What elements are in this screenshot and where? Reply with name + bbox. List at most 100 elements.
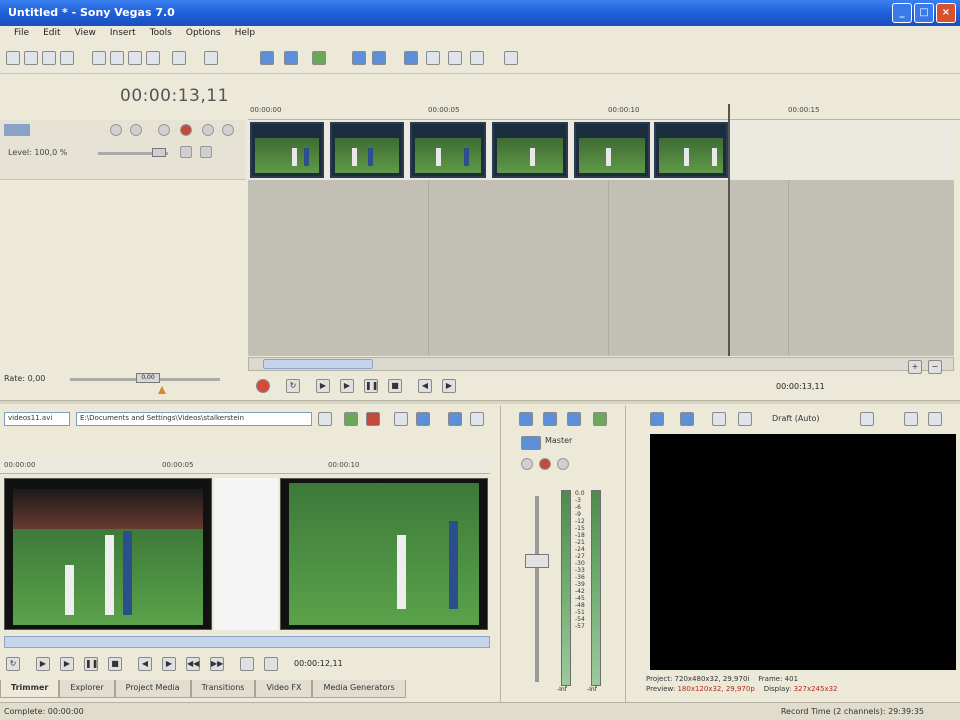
go-to-start-button[interactable]: ◀ [418, 379, 432, 393]
trimmer-ruler[interactable]: 00:00:00 00:00:05 00:00:10 [0, 458, 490, 474]
delete-icon[interactable] [146, 51, 160, 65]
overlays-icon[interactable] [860, 412, 874, 426]
go-to-end-button[interactable]: ▶ [162, 657, 176, 671]
timeline-scrollbar[interactable] [248, 357, 954, 371]
composite-icon[interactable] [158, 124, 170, 136]
level-slider-thumb[interactable] [152, 148, 166, 157]
lock-envelopes-icon[interactable] [426, 51, 440, 65]
loop-button[interactable]: ↻ [286, 379, 300, 393]
menu-edit[interactable]: Edit [43, 28, 60, 40]
fx-icon[interactable] [130, 124, 142, 136]
tab-media-generators[interactable]: Media Generators [312, 680, 406, 698]
track-menu-icon[interactable] [222, 124, 234, 136]
video-clip[interactable] [250, 122, 324, 178]
video-clip[interactable] [574, 122, 650, 178]
search-icon[interactable] [318, 412, 332, 426]
menu-options[interactable]: Options [186, 28, 221, 40]
video-clip[interactable] [410, 122, 486, 178]
tab-explorer[interactable]: Explorer [59, 680, 115, 698]
view-icon[interactable] [448, 412, 462, 426]
mark-out-button[interactable] [264, 657, 278, 671]
menu-tools[interactable]: Tools [150, 28, 172, 40]
menu-insert[interactable]: Insert [110, 28, 136, 40]
fx-bypass-icon[interactable] [712, 412, 726, 426]
menu-view[interactable]: View [75, 28, 96, 40]
external-monitor-icon[interactable] [680, 412, 694, 426]
play-button[interactable]: ▶ [36, 657, 50, 671]
split-screen-icon[interactable] [738, 412, 752, 426]
tab-video-fx[interactable]: Video FX [255, 680, 313, 698]
save-as-icon[interactable] [60, 51, 74, 65]
undo-icon[interactable] [172, 51, 186, 65]
save-region-icon[interactable] [394, 412, 408, 426]
help-icon[interactable] [504, 51, 518, 65]
mute-icon[interactable] [180, 124, 192, 136]
preview-quality-select[interactable]: Draft (Auto) [772, 414, 820, 423]
rate-slider-thumb[interactable]: 0,00 [136, 373, 160, 383]
mixer-properties-icon[interactable] [519, 412, 533, 426]
paste-icon[interactable] [128, 51, 142, 65]
open-icon[interactable] [24, 51, 38, 65]
rewind-button[interactable]: ◀◀ [186, 657, 200, 671]
video-clip[interactable] [654, 122, 728, 178]
ignore-grouping-icon[interactable] [448, 51, 462, 65]
master-fader-thumb[interactable] [525, 554, 549, 568]
save-snapshot-icon[interactable] [928, 412, 942, 426]
redo-icon[interactable] [204, 51, 218, 65]
copy-snapshot-icon[interactable] [904, 412, 918, 426]
cut-icon[interactable] [92, 51, 106, 65]
compositor-icon[interactable] [180, 146, 192, 158]
trimmer-scrollbar[interactable] [4, 636, 490, 648]
zoom-in-button[interactable]: + [908, 360, 922, 374]
preview-properties-icon[interactable] [650, 412, 664, 426]
timeline-ruler[interactable]: 00:00:00 00:00:05 00:00:10 00:00:15 [248, 100, 960, 120]
parent-icon[interactable] [200, 146, 212, 158]
window-docking-divider[interactable] [0, 400, 960, 404]
video-clip[interactable] [492, 122, 568, 178]
master-bus-icon[interactable] [521, 436, 541, 450]
zoom-icon[interactable] [470, 51, 484, 65]
pause-button[interactable]: ❚❚ [364, 379, 378, 393]
mixer-mute-icon[interactable] [539, 458, 551, 470]
delete-file-icon[interactable] [366, 412, 380, 426]
trimmer-frame-right[interactable] [280, 478, 488, 630]
mixer-fx-icon[interactable] [521, 458, 533, 470]
go-to-start-button[interactable]: ◀ [138, 657, 152, 671]
selection-tool-icon[interactable] [312, 51, 326, 65]
envelope-tool-icon[interactable] [284, 51, 298, 65]
preview-icon[interactable] [416, 412, 430, 426]
add-to-timeline-icon[interactable] [344, 412, 358, 426]
path-combo[interactable]: E:\Documents and Settings\Videos\stalker… [76, 412, 312, 426]
stop-button[interactable]: ■ [388, 379, 402, 393]
loop-button[interactable]: ↻ [6, 657, 20, 671]
timeline-scroll-thumb[interactable] [263, 359, 373, 369]
mixer-insert-bus-icon[interactable] [543, 412, 557, 426]
preview-screen[interactable] [650, 434, 956, 670]
timeline-cursor[interactable] [728, 104, 730, 356]
new-icon[interactable] [6, 51, 20, 65]
copy-icon[interactable] [110, 51, 124, 65]
play-button[interactable]: ▶ [60, 657, 74, 671]
video-track[interactable] [248, 120, 954, 180]
mixer-speaker-icon[interactable] [567, 412, 581, 426]
ripple-edit-icon[interactable] [404, 51, 418, 65]
pause-button[interactable]: ❚❚ [84, 657, 98, 671]
video-clip[interactable] [330, 122, 404, 178]
menu-file[interactable]: File [14, 28, 29, 40]
menu-help[interactable]: Help [235, 28, 256, 40]
tab-project-media[interactable]: Project Media [114, 680, 191, 698]
timeline-area[interactable] [248, 120, 954, 356]
play-button[interactable]: ▶ [340, 379, 354, 393]
master-fader-track[interactable] [535, 496, 539, 682]
stop-button[interactable]: ■ [108, 657, 122, 671]
save-icon[interactable] [42, 51, 56, 65]
track-number[interactable] [4, 124, 30, 136]
go-to-end-button[interactable]: ▶ [442, 379, 456, 393]
fast-forward-button[interactable]: ▶▶ [210, 657, 224, 671]
minimize-button[interactable]: _ [892, 3, 912, 23]
menu-icon[interactable] [470, 412, 484, 426]
tab-trimmer[interactable]: Trimmer [0, 680, 60, 698]
auto-crossfade-icon[interactable] [372, 51, 386, 65]
file-combo[interactable]: videos11.avi [4, 412, 70, 426]
snap-icon[interactable] [352, 51, 366, 65]
